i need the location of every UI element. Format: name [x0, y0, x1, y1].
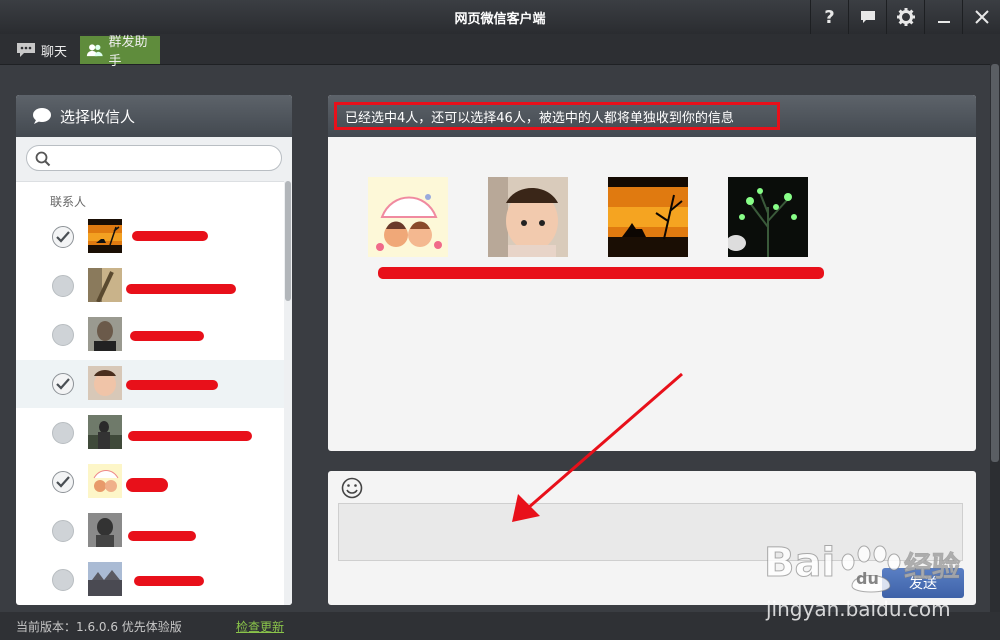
help-icon[interactable]: ?: [810, 0, 848, 34]
recipients-header: 选择收信人: [16, 95, 292, 137]
contact-row[interactable]: [16, 360, 284, 408]
contact-row[interactable]: [16, 556, 284, 604]
search-input[interactable]: [26, 145, 282, 171]
recipients-title: 选择收信人: [60, 107, 136, 126]
checkbox-unchecked[interactable]: [52, 324, 74, 346]
title-bar: 网页微信客户端 ?: [0, 0, 1000, 34]
settings-icon[interactable]: [886, 0, 924, 34]
avatar: [88, 464, 122, 498]
tab-chat[interactable]: 聊天: [8, 36, 75, 64]
search-icon: [35, 151, 51, 167]
redacted-name: [126, 380, 218, 390]
redacted-name: [126, 478, 168, 492]
feedback-icon[interactable]: [848, 0, 886, 34]
selected-avatar[interactable]: [488, 177, 568, 257]
avatar: [88, 562, 122, 596]
minimize-icon[interactable]: [924, 0, 962, 34]
avatar: [88, 317, 122, 351]
checkbox-checked[interactable]: [52, 471, 74, 493]
close-icon[interactable]: [962, 0, 1000, 34]
redacted-name: [128, 531, 196, 541]
redacted-name: [130, 331, 204, 341]
checkbox-unchecked[interactable]: [52, 569, 74, 591]
selected-avatar[interactable]: [368, 177, 448, 257]
checkbox-checked[interactable]: [52, 373, 74, 395]
contact-row[interactable]: [16, 311, 284, 359]
redacted-name: [126, 284, 236, 294]
selected-avatar[interactable]: [728, 177, 808, 257]
tab-label: 群发助手: [108, 35, 148, 69]
watermark-url: jingyan.baidu.com: [765, 597, 951, 621]
window-controls: ?: [810, 0, 1000, 34]
recipients-scrollbar[interactable]: [284, 181, 292, 605]
selection-notice: 已经选中4人，还可以选择46人，被选中的人都将单独收到你的信息: [334, 102, 780, 130]
avatar: [88, 415, 122, 449]
contacts-icon: [86, 44, 103, 57]
avatar: [88, 219, 122, 253]
avatar: [88, 513, 122, 547]
checkbox-unchecked[interactable]: [52, 275, 74, 297]
svg-text:Bai: Bai: [764, 540, 835, 586]
contact-row[interactable]: [16, 262, 284, 310]
checkbox-checked[interactable]: [52, 226, 74, 248]
tab-bar: 聊天 群发助手: [0, 34, 1000, 69]
search-area: [16, 137, 292, 182]
contact-row[interactable]: [16, 458, 284, 506]
selected-avatar[interactable]: [608, 177, 688, 257]
contact-row[interactable]: [16, 213, 284, 261]
recipients-panel: 选择收信人 联系人: [16, 95, 292, 605]
scrollbar-thumb[interactable]: [991, 64, 999, 462]
speech-bubble-icon: [33, 108, 51, 124]
selection-header: 已经选中4人，还可以选择46人，被选中的人都将单独收到你的信息: [328, 95, 976, 137]
redacted-name: [132, 231, 208, 241]
baidu-watermark: Bai du 经验 jingyan.baidu.com: [756, 530, 996, 634]
contact-row[interactable]: [16, 409, 284, 457]
redacted-name: [128, 431, 252, 441]
svg-text:经验: 经验: [904, 550, 960, 583]
redacted-names: [378, 267, 824, 279]
check-update-link[interactable]: 检查更新: [236, 618, 284, 635]
scrollbar-thumb[interactable]: [285, 181, 291, 301]
redacted-name: [134, 576, 204, 586]
chat-bubble-icon: [17, 43, 35, 57]
selection-panel: 已经选中4人，还可以选择46人，被选中的人都将单独收到你的信息: [328, 95, 976, 451]
avatar: [88, 268, 122, 302]
emoji-icon[interactable]: [341, 477, 363, 499]
tab-label: 聊天: [41, 44, 68, 60]
checkbox-unchecked[interactable]: [52, 520, 74, 542]
baidu-logo: Bai du 经验 jingyan.baidu.com: [764, 540, 961, 622]
version-text: 当前版本：1.6.0.6 优先体验版: [16, 620, 182, 634]
tab-mass-send[interactable]: 群发助手: [80, 35, 160, 69]
contact-row[interactable]: [16, 507, 284, 555]
contacts-section-label: 联系人: [50, 195, 87, 209]
avatar: [88, 366, 122, 400]
checkbox-unchecked[interactable]: [52, 422, 74, 444]
svg-text:du: du: [856, 569, 879, 588]
